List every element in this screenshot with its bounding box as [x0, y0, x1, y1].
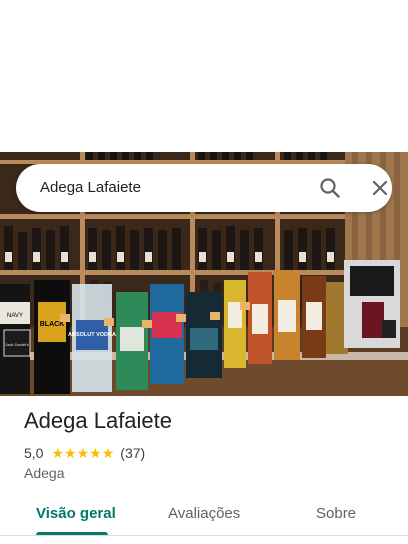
review-count[interactable]: (37) [120, 445, 145, 461]
star-icon: ★ [89, 445, 102, 461]
place-title: Adega Lafaiete [24, 408, 173, 433]
tab-overview[interactable]: Visão geral [36, 496, 116, 532]
rating-row[interactable]: 5,0 ★ ★ ★ ★ ★ (37) [24, 444, 145, 462]
tab-about[interactable]: Sobre [316, 496, 356, 532]
star-icon: ★ [51, 445, 65, 461]
tabs-divider [0, 535, 408, 536]
jack-label: Jack Daniel's [5, 342, 28, 347]
search-input[interactable]: Adega Lafaiete [40, 164, 141, 212]
star-icon: ★ [64, 445, 77, 461]
rating-value: 5,0 [24, 445, 44, 461]
tab-reviews[interactable]: Avaliações [168, 496, 240, 532]
star-rating: ★ ★ ★ ★ ★ [51, 446, 114, 460]
search-icon[interactable] [318, 176, 342, 200]
black-label: BLACK [40, 321, 65, 328]
star-icon: ★ [76, 445, 90, 461]
search-bar[interactable]: Adega Lafaiete [16, 164, 392, 212]
close-icon[interactable] [368, 176, 392, 200]
navy-label: NAVY [7, 313, 23, 319]
absolut-label: ABSOLUT VODKA [68, 332, 116, 338]
star-icon: ★ [101, 445, 115, 461]
place-category: Adega [24, 465, 65, 481]
top-blank-area [0, 0, 408, 152]
place-tabs: Visão geral Avaliações Sobre [0, 496, 408, 540]
